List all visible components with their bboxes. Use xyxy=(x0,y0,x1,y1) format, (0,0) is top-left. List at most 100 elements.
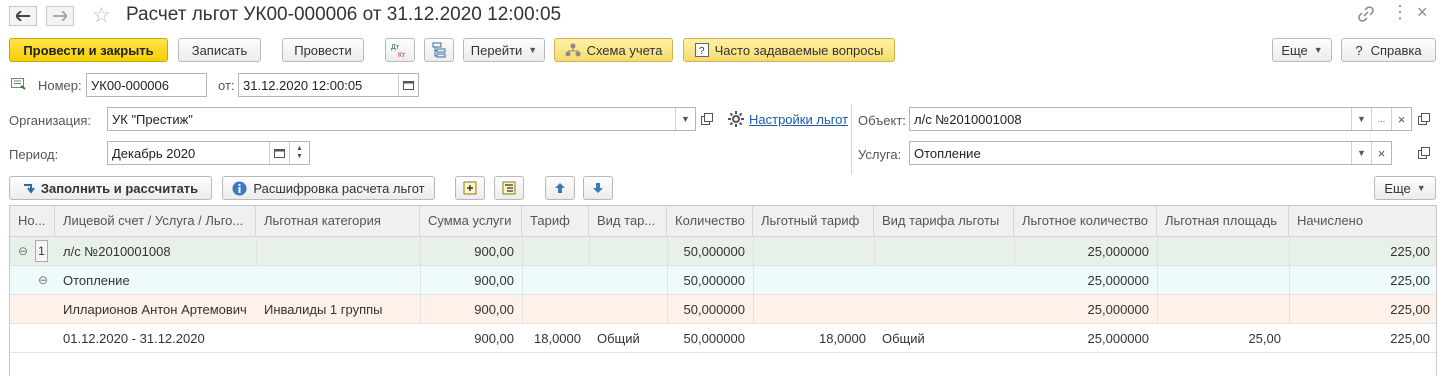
collapse-toggle-icon[interactable]: ⊖ xyxy=(38,266,52,295)
row-sum: 900,00 xyxy=(474,331,514,346)
table-row[interactable]: ⊖ Отопление 900,00 50,000000 25,000000 2… xyxy=(10,266,1436,295)
benefit-settings-link[interactable]: Настройки льгот xyxy=(749,112,848,127)
column-divider xyxy=(851,104,852,174)
column-header-sum[interactable]: Сумма услуги xyxy=(420,206,522,236)
faq-label: Часто задаваемые вопросы xyxy=(714,42,884,58)
column-header-category[interactable]: Льготная категория xyxy=(256,206,420,236)
column-header-benefit-quantity[interactable]: Льготное количество xyxy=(1014,206,1157,236)
column-header-tariff[interactable]: Тариф xyxy=(522,206,589,236)
calendar-icon[interactable] xyxy=(398,74,418,96)
object-label: Объект: xyxy=(858,113,906,128)
table-row[interactable]: 01.12.2020 - 31.12.2020 900,00 18,0000 О… xyxy=(10,324,1436,353)
step-down-icon[interactable]: ▼ xyxy=(296,153,303,161)
table-row[interactable]: ⊖ 1 л/с №2010001008 900,00 50,000000 25,… xyxy=(10,237,1436,266)
close-icon[interactable]: × xyxy=(1417,2,1428,23)
date-field[interactable]: 31.12.2020 12:00:05 xyxy=(238,73,419,97)
table-row[interactable]: Илларионов Антон Артемович Инвалиды 1 гр… xyxy=(10,295,1436,324)
favorite-star-icon[interactable]: ☆ xyxy=(92,3,111,28)
column-header-benefit-tariff-type[interactable]: Вид тарифа льготы xyxy=(874,206,1014,236)
row-name: Илларионов Антон Артемович xyxy=(63,302,247,317)
hierarchy-icon xyxy=(432,42,446,58)
row-accrued: 225,00 xyxy=(1390,302,1430,317)
number-value: УК00-000006 xyxy=(91,77,169,93)
post-and-close-button[interactable]: Провести и закрыть xyxy=(9,38,168,62)
row-name: л/с №2010001008 xyxy=(63,244,171,259)
select-dots-icon[interactable]: ... xyxy=(1371,108,1391,130)
fill-and-calculate-label: Заполнить и рассчитать xyxy=(40,180,199,196)
move-up-button[interactable] xyxy=(545,176,575,200)
step-up-icon[interactable]: ▲ xyxy=(296,145,303,153)
row-benefit-quantity: 25,000000 xyxy=(1087,273,1149,288)
dt-kt-icon: ДтКт xyxy=(391,44,406,59)
column-header-account[interactable]: Лицевой счет / Услуга / Льго... xyxy=(55,206,256,236)
collapse-toggle-icon[interactable]: ⊖ xyxy=(18,237,32,266)
row-quantity: 50,000000 xyxy=(683,302,745,317)
arrow-right-icon xyxy=(53,11,67,21)
open-object-button[interactable] xyxy=(1414,107,1434,131)
row-category: Инвалиды 1 группы xyxy=(264,302,383,317)
fill-and-calculate-button[interactable]: Заполнить и рассчитать xyxy=(9,176,212,200)
open-service-button[interactable] xyxy=(1414,141,1434,165)
column-header-quantity[interactable]: Количество xyxy=(667,206,753,236)
table-more-dropdown[interactable]: Еще ▼ xyxy=(1374,176,1436,200)
open-icon xyxy=(1418,113,1430,125)
more-dropdown[interactable]: Еще ▼ xyxy=(1272,38,1332,62)
dropdown-caret-icon[interactable]: ▼ xyxy=(675,108,695,130)
structure-button[interactable] xyxy=(424,38,454,62)
clear-icon[interactable]: × xyxy=(1371,142,1391,164)
number-field[interactable]: УК00-000006 xyxy=(86,73,207,97)
save-button[interactable]: Записать xyxy=(178,38,261,62)
period-field[interactable]: Декабрь 2020 ▲ ▼ xyxy=(107,141,310,165)
column-header-tariff-type[interactable]: Вид тар... xyxy=(589,206,667,236)
row-quantity: 50,000000 xyxy=(683,331,745,346)
move-down-button[interactable] xyxy=(583,176,613,200)
account-scheme-button[interactable]: Схема учета xyxy=(554,38,673,62)
menu-dots-icon[interactable]: ⋮ xyxy=(1391,3,1409,21)
clear-icon[interactable]: × xyxy=(1391,108,1411,130)
dropdown-caret-icon[interactable]: ▼ xyxy=(1351,108,1371,130)
document-icon xyxy=(11,78,26,93)
expand-all-button[interactable] xyxy=(455,176,485,200)
calendar-icon[interactable] xyxy=(269,142,289,164)
organization-field[interactable]: УК "Престиж" ▼ xyxy=(107,107,696,131)
help-button[interactable]: ? Справка xyxy=(1341,38,1436,62)
object-field[interactable]: л/с №2010001008 ▼ ... × xyxy=(909,107,1412,131)
column-header-benefit-area[interactable]: Льготная площадь xyxy=(1157,206,1289,236)
dropdown-caret-icon[interactable]: ▼ xyxy=(1351,142,1371,164)
dropdown-caret-icon: ▼ xyxy=(528,45,538,55)
row-name: 01.12.2020 - 31.12.2020 xyxy=(63,331,205,346)
gear-icon[interactable] xyxy=(728,111,744,130)
svg-text:Дт: Дт xyxy=(391,44,400,51)
account-scheme-label: Схема учета xyxy=(586,42,663,58)
open-organization-button[interactable] xyxy=(697,107,717,131)
dt-kt-button[interactable]: Дт Кт xyxy=(385,38,415,62)
row-tariff: 18,0000 xyxy=(534,331,581,346)
help-label: Справка xyxy=(1370,42,1422,58)
column-header-accrued[interactable]: Начислено xyxy=(1289,206,1436,236)
expand-tree-icon xyxy=(463,181,477,195)
benefits-table[interactable]: Но... Лицевой счет / Услуга / Льго... Ль… xyxy=(9,205,1437,376)
post-button[interactable]: Провести xyxy=(282,38,364,62)
back-button[interactable] xyxy=(9,6,37,26)
dropdown-caret-icon: ▼ xyxy=(1416,183,1426,193)
faq-button[interactable]: ? Часто задаваемые вопросы xyxy=(683,38,895,62)
period-stepper[interactable]: ▲ ▼ xyxy=(289,142,309,164)
column-header-no[interactable]: Но... xyxy=(10,206,55,236)
table-more-label: Еще xyxy=(1384,180,1411,196)
more-label: Еще xyxy=(1281,42,1308,58)
decode-calculation-button[interactable]: Расшифровка расчета льгот xyxy=(222,176,435,200)
service-field[interactable]: Отопление ▼ × xyxy=(909,141,1392,165)
goto-dropdown[interactable]: Перейти ▼ xyxy=(463,38,545,62)
dropdown-caret-icon: ▼ xyxy=(1313,45,1323,55)
row-accrued: 225,00 xyxy=(1390,273,1430,288)
row-sum: 900,00 xyxy=(474,244,514,259)
forward-button[interactable] xyxy=(46,6,74,26)
collapse-all-button[interactable] xyxy=(494,176,524,200)
row-quantity: 50,000000 xyxy=(683,244,745,259)
table-header: Но... Лицевой счет / Услуга / Льго... Ль… xyxy=(10,206,1436,237)
row-benefit-quantity: 25,000000 xyxy=(1087,302,1149,317)
column-header-benefit-tariff[interactable]: Льготный тариф xyxy=(753,206,874,236)
link-icon[interactable] xyxy=(1358,6,1374,27)
date-label: от: xyxy=(218,78,235,93)
window-title: Расчет льгот УК00-000006 от 31.12.2020 1… xyxy=(126,4,562,25)
